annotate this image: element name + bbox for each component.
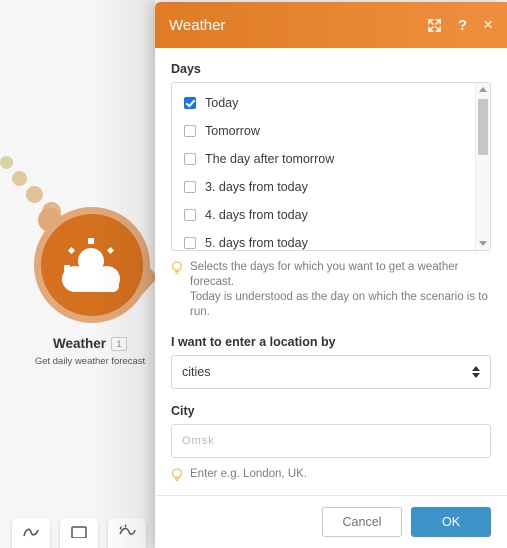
lightbulb-icon xyxy=(171,468,183,481)
app-root: Weather 1 Get daily weather forecast xyxy=(0,0,507,548)
days-hint-line2: Today is understood as the day on which … xyxy=(190,291,488,318)
scroll-down-arrow-icon[interactable] xyxy=(476,237,490,250)
city-input-placeholder: Omsk xyxy=(182,435,215,447)
city-input[interactable]: Omsk xyxy=(171,424,491,458)
city-group: City Omsk Enter e.g. London, UK. xyxy=(171,404,491,483)
days-list-inner: Today Tomorrow The day after tomorrow 3.… xyxy=(172,83,490,250)
scroll-up-arrow-icon[interactable] xyxy=(476,83,490,96)
tool-button-connect[interactable] xyxy=(12,518,50,548)
city-hint: Enter e.g. London, UK. xyxy=(171,467,491,483)
days-hint: Selects the days for which you want to g… xyxy=(171,260,491,320)
day-item-4-days[interactable]: 4. days from today xyxy=(172,201,490,229)
day-item-5-days[interactable]: 5. days from today xyxy=(172,229,490,250)
dialog-body: Days Today Tomorrow The day after tomorr… xyxy=(155,48,507,495)
day-label: The day after tomorrow xyxy=(205,152,335,166)
dialog-title: Weather xyxy=(169,16,226,34)
checkbox-5-days[interactable] xyxy=(184,237,196,249)
select-spinner-icon xyxy=(472,366,480,378)
trail-dot xyxy=(0,156,13,169)
tool-button-note[interactable] xyxy=(60,518,98,548)
days-label: Days xyxy=(171,62,201,76)
city-hint-text: Enter e.g. London, UK. xyxy=(190,468,307,480)
help-icon[interactable]: ? xyxy=(458,17,467,34)
location-type-value: cities xyxy=(182,365,211,379)
day-label: Tomorrow xyxy=(205,124,260,138)
trail-dot xyxy=(12,171,27,186)
expand-icon[interactable] xyxy=(427,18,442,33)
lightbulb-icon xyxy=(171,261,183,274)
day-item-day-after-tomorrow[interactable]: The day after tomorrow xyxy=(172,145,490,173)
checkbox-day-after-tomorrow[interactable] xyxy=(184,153,196,165)
scrollbar-thumb[interactable] xyxy=(478,99,488,155)
location-label: I want to enter a location by xyxy=(171,335,336,349)
day-item-today[interactable]: Today xyxy=(172,89,490,117)
day-label: 3. days from today xyxy=(205,180,308,194)
location-group: I want to enter a location by cities xyxy=(171,335,491,389)
day-label: 5. days from today xyxy=(205,236,308,250)
day-label: Today xyxy=(205,96,239,110)
day-item-3-days[interactable]: 3. days from today xyxy=(172,173,490,201)
city-label: City xyxy=(171,404,195,418)
day-label: 4. days from today xyxy=(205,208,308,222)
link-icon xyxy=(23,528,39,537)
close-icon[interactable]: × xyxy=(483,15,493,35)
ok-button[interactable]: OK xyxy=(411,507,491,537)
days-list-scrollbar[interactable] xyxy=(475,83,490,250)
cancel-button[interactable]: Cancel xyxy=(322,507,402,537)
location-type-select[interactable]: cities xyxy=(171,355,491,389)
checkbox-4-days[interactable] xyxy=(184,209,196,221)
weather-settings-dialog: Weather ? × Days Today Tomorrow The day … xyxy=(155,2,507,548)
canvas-shadow xyxy=(95,0,155,548)
checkbox-today[interactable] xyxy=(184,97,196,109)
note-icon xyxy=(71,526,87,538)
dialog-header: Weather ? × xyxy=(155,2,507,48)
days-checkbox-list[interactable]: Today Tomorrow The day after tomorrow 3.… xyxy=(171,82,491,251)
days-hint-text: Selects the days for which you want to g… xyxy=(190,260,491,320)
checkbox-3-days[interactable] xyxy=(184,181,196,193)
checkbox-tomorrow[interactable] xyxy=(184,125,196,137)
day-item-tomorrow[interactable]: Tomorrow xyxy=(172,117,490,145)
dialog-footer: Cancel OK xyxy=(155,495,507,548)
days-hint-line1: Selects the days for which you want to g… xyxy=(190,261,459,288)
